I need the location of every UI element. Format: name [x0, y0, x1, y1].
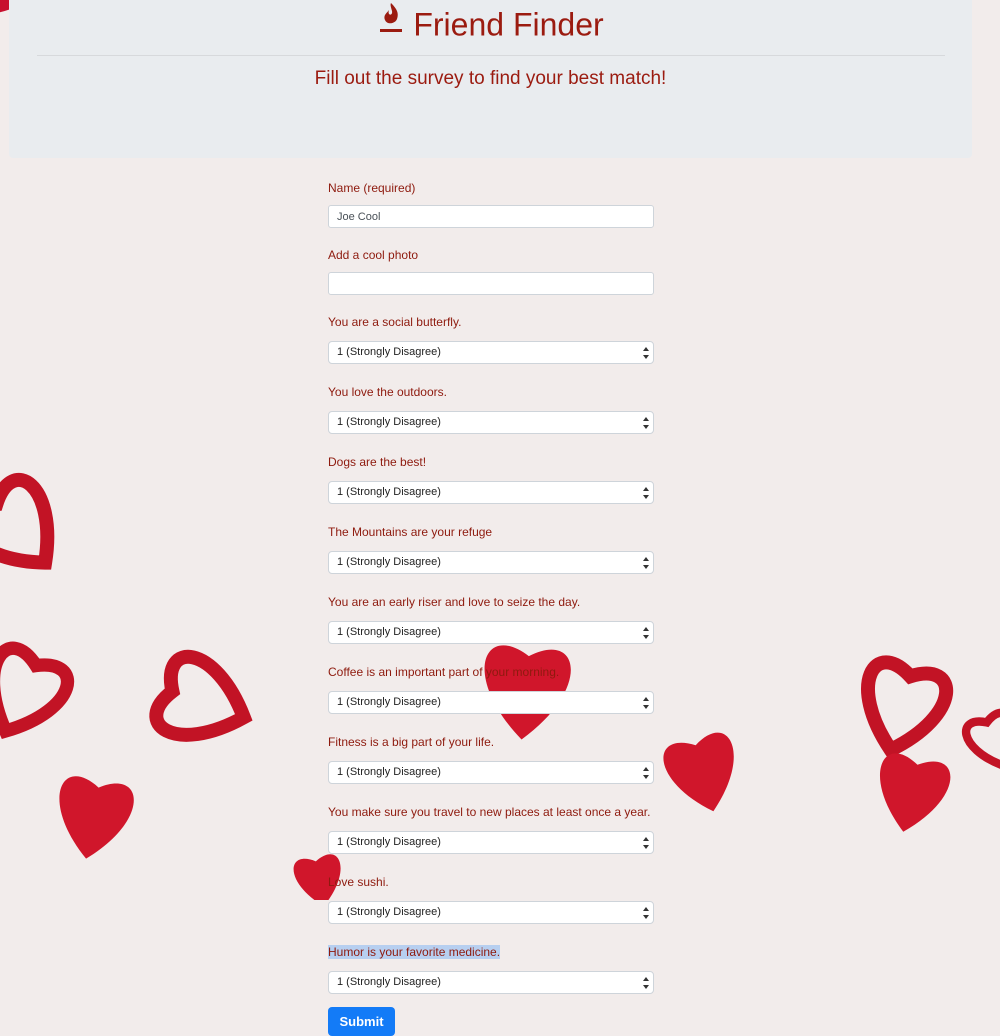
question-select[interactable]: 1 (Strongly Disagree)	[328, 621, 654, 644]
select-value: 1 (Strongly Disagree)	[337, 486, 441, 498]
select-value: 1 (Strongly Disagree)	[337, 696, 441, 708]
name-label: Name (required)	[328, 181, 416, 195]
question-label-text: You make sure you travel to new places a…	[328, 805, 651, 819]
photo-label: Add a cool photo	[328, 248, 419, 262]
question-select[interactable]: 1 (Strongly Disagree)	[328, 901, 654, 924]
question-label: Dogs are the best!	[328, 455, 654, 469]
question-label: You love the outdoors.	[328, 385, 654, 399]
select-arrows-icon	[643, 837, 649, 849]
header-divider	[37, 55, 945, 56]
question-label: The Mountains are your refuge	[328, 525, 654, 539]
question-select[interactable]: 1 (Strongly Disagree)	[328, 761, 654, 784]
question-label-text: You love the outdoors.	[328, 385, 447, 399]
select-value: 1 (Strongly Disagree)	[337, 906, 441, 918]
question-label-text: Love sushi.	[328, 875, 389, 889]
select-arrows-icon	[643, 697, 649, 709]
select-value: 1 (Strongly Disagree)	[337, 626, 441, 638]
page-title: Friend Finder	[413, 6, 604, 43]
select-value: 1 (Strongly Disagree)	[337, 346, 441, 358]
question-select[interactable]: 1 (Strongly Disagree)	[328, 691, 654, 714]
select-arrows-icon	[643, 627, 649, 639]
name-input[interactable]	[328, 205, 654, 228]
select-arrows-icon	[643, 557, 649, 569]
question-select[interactable]: 1 (Strongly Disagree)	[328, 551, 654, 574]
question-label: You are a social butterfly.	[328, 315, 654, 329]
question-label: Fitness is a big part of your life.	[328, 735, 654, 749]
photo-input[interactable]	[328, 272, 654, 295]
select-arrows-icon	[643, 907, 649, 919]
question-select[interactable]: 1 (Strongly Disagree)	[328, 971, 654, 994]
question-list: You are a social butterfly. 1 (Strongly D…	[328, 315, 654, 994]
question-select[interactable]: 1 (Strongly Disagree)	[328, 831, 654, 854]
select-value: 1 (Strongly Disagree)	[337, 556, 441, 568]
fire-icon	[377, 1, 405, 42]
submit-button[interactable]: Submit	[328, 1007, 395, 1036]
select-value: 1 (Strongly Disagree)	[337, 766, 441, 778]
header-jumbotron: Friend Finder Fill out the survey to fin…	[9, 0, 972, 158]
select-arrows-icon	[643, 417, 649, 429]
question-label: You are an early riser and love to seize…	[328, 595, 654, 609]
survey-form: Name (required) Add a cool photo You are…	[328, 181, 654, 1036]
question-label: Humor is your favorite medicine.	[328, 945, 654, 959]
question-label-text: The Mountains are your refuge	[328, 525, 493, 539]
select-arrows-icon	[643, 487, 649, 499]
question-select[interactable]: 1 (Strongly Disagree)	[328, 481, 654, 504]
select-value: 1 (Strongly Disagree)	[337, 976, 441, 988]
question-select[interactable]: 1 (Strongly Disagree)	[328, 411, 654, 434]
question-label-text: You are an early riser and love to seize…	[328, 595, 581, 609]
question-label-text: Fitness is a big part of your life.	[328, 735, 495, 749]
question-label-text: Humor is your favorite medicine.	[328, 945, 501, 959]
select-arrows-icon	[643, 767, 649, 779]
question-label: You make sure you travel to new places a…	[328, 805, 654, 819]
question-label-text: Coffee is an important part of your morn…	[328, 665, 560, 679]
question-label-text: You are a social butterfly.	[328, 315, 462, 329]
question-label: Love sushi.	[328, 875, 654, 889]
question-label: Coffee is an important part of your morn…	[328, 665, 654, 679]
question-label-text: Dogs are the best!	[328, 455, 427, 469]
select-arrows-icon	[643, 977, 649, 989]
select-value: 1 (Strongly Disagree)	[337, 416, 441, 428]
question-select[interactable]: 1 (Strongly Disagree)	[328, 341, 654, 364]
page-subtitle: Fill out the survey to find your best ma…	[314, 68, 667, 89]
brand: Friend Finder	[9, 2, 972, 45]
select-value: 1 (Strongly Disagree)	[337, 836, 441, 848]
select-arrows-icon	[643, 347, 649, 359]
